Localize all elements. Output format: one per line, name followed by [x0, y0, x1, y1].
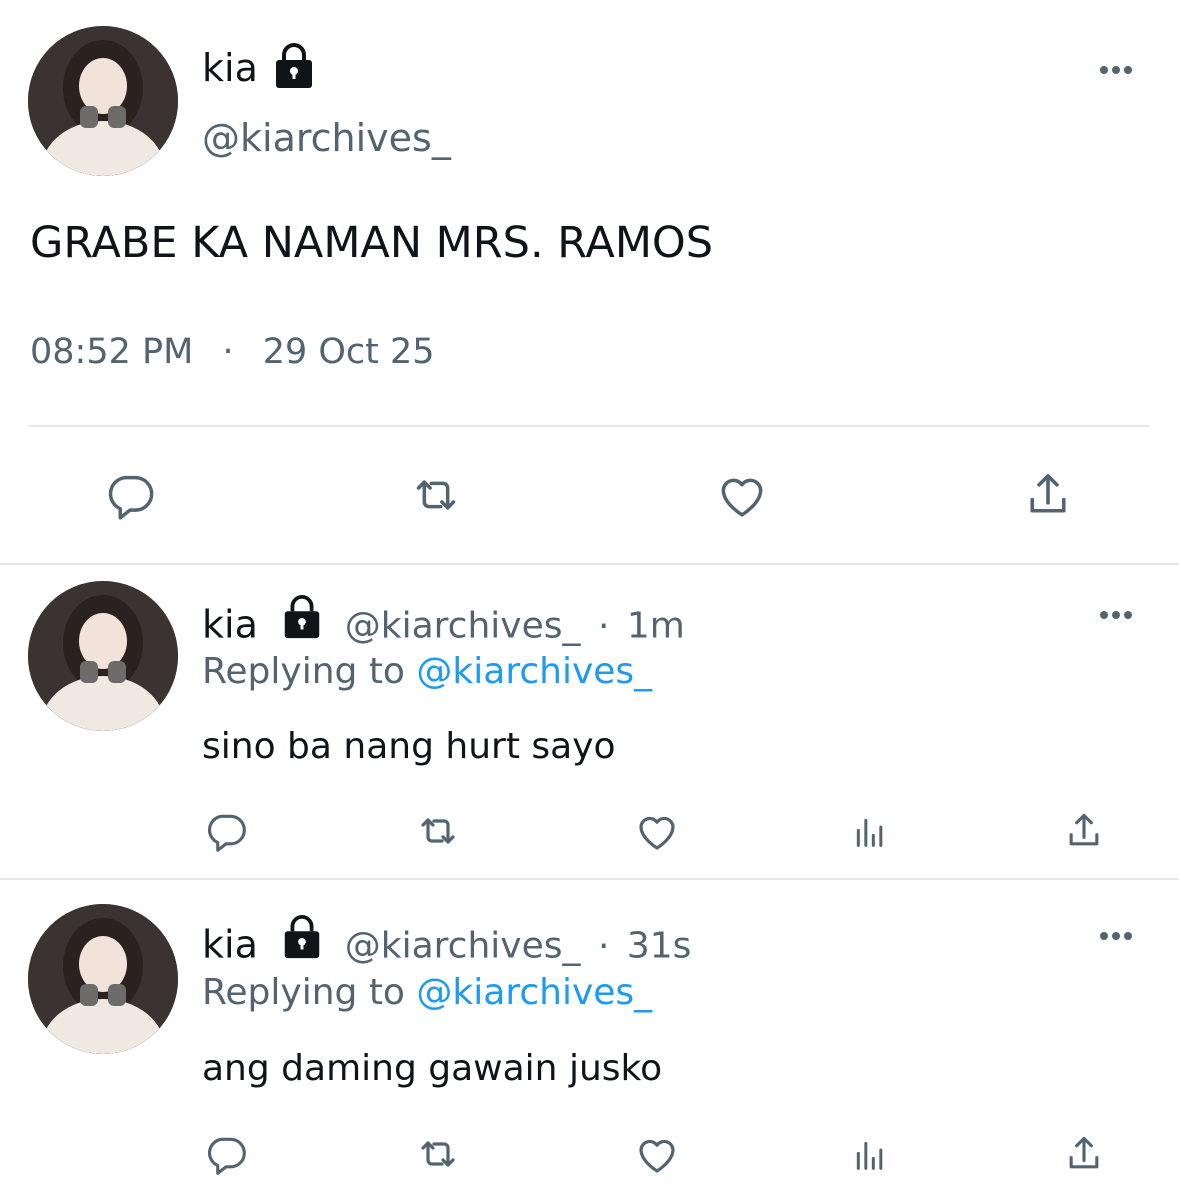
lock-icon: [270, 42, 318, 94]
tweet-date: 29 Oct 25: [262, 332, 435, 372]
heart-icon: [639, 816, 675, 850]
reply-text: sino ba nang hurt sayo: [202, 726, 616, 767]
tweet-time: 08:52 PM: [30, 332, 194, 372]
like-button[interactable]: [712, 465, 772, 525]
retweet-icon: [416, 480, 456, 510]
author-name[interactable]: kia: [202, 603, 258, 647]
reply-icon: [208, 814, 246, 852]
more-horizontal-icon[interactable]: [1096, 58, 1136, 86]
share-icon: [1069, 813, 1099, 846]
meta-separator: ·: [597, 925, 610, 967]
author-name[interactable]: kia: [202, 46, 258, 90]
replying-handle-link[interactable]: @kiarchives_: [416, 651, 652, 692]
views-icon: [856, 1141, 883, 1170]
reply-button[interactable]: [100, 465, 160, 525]
avatar[interactable]: [28, 26, 178, 176]
heart-icon: [639, 1139, 675, 1173]
meta-separator: ·: [222, 332, 234, 372]
retweet-icon: [421, 818, 455, 844]
reply-icon: [208, 1137, 246, 1175]
share-icon: [1030, 474, 1066, 513]
more-horizontal-icon[interactable]: [1096, 603, 1136, 631]
author-name[interactable]: kia: [202, 923, 258, 967]
replying-label: Replying to: [202, 972, 405, 1013]
replying-handle-link[interactable]: @kiarchives_: [416, 972, 652, 1013]
more-horizontal-icon[interactable]: [1096, 924, 1136, 952]
replying-label: Replying to: [202, 651, 405, 692]
author-handle[interactable]: @kiarchives_: [345, 926, 581, 967]
reply-header: kia @kiarchives_ · 1m: [202, 594, 685, 655]
tweet-text: GRABE KA NAMAN MRS. RAMOS: [30, 218, 714, 268]
author-handle[interactable]: @kiarchives_: [202, 116, 451, 160]
share-icon: [1069, 1136, 1099, 1169]
meta-separator: ·: [597, 605, 610, 647]
reply-header: kia @kiarchives_ · 31s: [202, 914, 692, 975]
retweet-button[interactable]: [406, 465, 466, 525]
replying-to: Replying to @kiarchives_: [202, 651, 652, 692]
views-button[interactable]: [850, 1135, 890, 1175]
heart-icon: [721, 478, 763, 517]
lock-icon: [279, 594, 325, 649]
share-button[interactable]: [1018, 465, 1078, 525]
reply-age[interactable]: 1m: [627, 606, 685, 647]
retweet-button[interactable]: [414, 809, 462, 853]
retweet-button[interactable]: [414, 1132, 462, 1176]
avatar[interactable]: [28, 904, 178, 1054]
divider: [0, 563, 1179, 565]
replying-to: Replying to @kiarchives_: [202, 972, 652, 1013]
reply-icon: [108, 475, 154, 520]
divider: [28, 425, 1149, 427]
share-button[interactable]: [1062, 1132, 1106, 1176]
reply-age[interactable]: 31s: [627, 926, 692, 967]
lock-icon: [279, 914, 325, 969]
reply-button[interactable]: [204, 1132, 248, 1176]
views-button[interactable]: [850, 812, 890, 852]
author-handle[interactable]: @kiarchives_: [345, 606, 581, 647]
divider: [0, 878, 1179, 880]
tweet-timestamp[interactable]: 08:52 PM · 29 Oct 25: [30, 332, 435, 372]
avatar[interactable]: [28, 581, 178, 731]
like-button[interactable]: [633, 1132, 681, 1176]
views-icon: [856, 818, 883, 847]
retweet-icon: [421, 1141, 455, 1167]
reply-text: ang daming gawain jusko: [202, 1048, 663, 1089]
like-button[interactable]: [633, 809, 681, 853]
share-button[interactable]: [1062, 809, 1106, 853]
reply-button[interactable]: [204, 809, 248, 853]
